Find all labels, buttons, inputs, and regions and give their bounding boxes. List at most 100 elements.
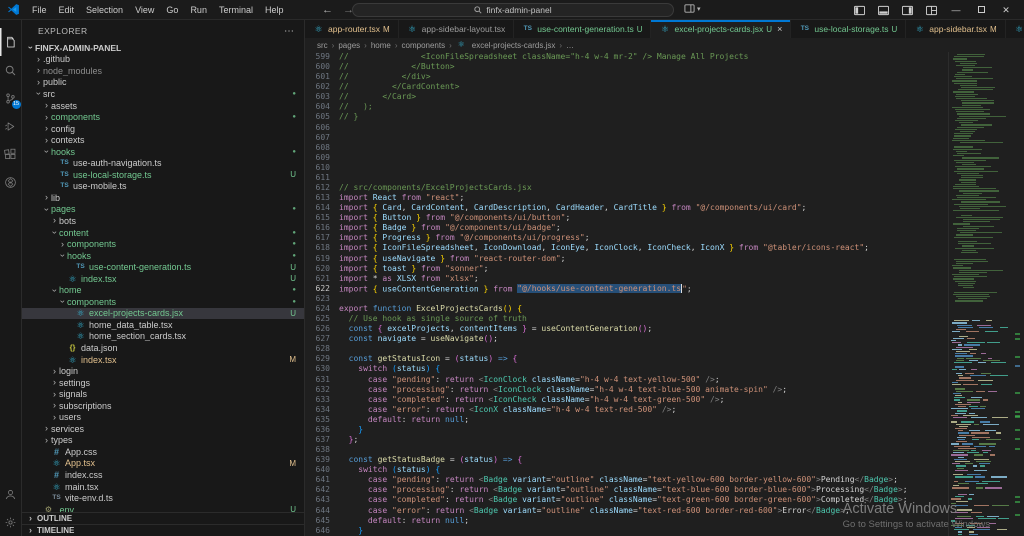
tree-folder--github[interactable]: ›.github xyxy=(22,54,304,66)
tree-folder-components[interactable]: ›components● xyxy=(22,296,304,308)
menu-help[interactable]: Help xyxy=(259,0,290,20)
tree-file-excel-projects-cards-jsx[interactable]: ⚛excel-projects-cards.jsxU xyxy=(22,308,304,320)
tree-folder-bots[interactable]: ›bots xyxy=(22,215,304,227)
tree-folder-login[interactable]: ›login xyxy=(22,365,304,377)
tree-file-use-local-storage-ts[interactable]: TSuse-local-storage.tsU xyxy=(22,169,304,181)
tree-folder-public[interactable]: ›public xyxy=(22,77,304,89)
line-content: // </div> xyxy=(339,72,1024,82)
explorer-more-actions-icon[interactable]: ⋯ xyxy=(284,26,294,37)
tree-folder-components[interactable]: ›components● xyxy=(22,238,304,250)
tree-file-data-json[interactable]: {}data.json xyxy=(22,342,304,354)
customize-layout-icon[interactable] xyxy=(926,5,937,16)
tree-file-home-section-cards-tsx[interactable]: ⚛home_section_cards.tsx xyxy=(22,331,304,343)
code-editor[interactable]: 599// <IconFileSpreadsheet className="h-… xyxy=(305,52,1024,536)
tree-folder-services[interactable]: ›services xyxy=(22,423,304,435)
tab-use-content-generation-ts[interactable]: TSuse-content-generation.tsU xyxy=(514,20,651,38)
breadcrumb-item-excel-projects-cards-jsx[interactable]: ⚛excel-projects-cards.jsx xyxy=(456,40,556,50)
openai-extension-icon[interactable] xyxy=(0,168,22,196)
timeline-section-header[interactable]: › TIMELINE xyxy=(22,524,304,536)
minimap-line xyxy=(949,325,1012,326)
tab-excel-projects-cards-jsx[interactable]: ⚛excel-projects-cards.jsxU× xyxy=(651,20,791,38)
menu-run[interactable]: Run xyxy=(184,0,213,20)
tree-file-use-auth-navigation-ts[interactable]: TSuse-auth-navigation.ts xyxy=(22,157,304,169)
tree-file-vite-env-d-ts[interactable]: TSvite-env.d.ts xyxy=(22,492,304,504)
run-debug-icon[interactable] xyxy=(0,112,22,140)
tab-label: use-local-storage.ts xyxy=(814,24,888,34)
code-token: switch xyxy=(358,465,387,474)
toggle-sidebar-icon[interactable] xyxy=(854,5,865,16)
tree-file-app-css[interactable]: #App.css xyxy=(22,446,304,458)
tree-file-app-tsx[interactable]: ⚛App.tsxM xyxy=(22,458,304,470)
code-token: ; xyxy=(459,193,464,202)
tab-app-router-tsx[interactable]: ⚛app-router.tsxM xyxy=(305,20,399,38)
tree-folder-components[interactable]: ›components● xyxy=(22,111,304,123)
minimize-button[interactable]: — xyxy=(950,5,962,15)
overview-ruler-scrollbar[interactable] xyxy=(1012,52,1024,536)
tree-folder-signals[interactable]: ›signals xyxy=(22,388,304,400)
menu-terminal[interactable]: Terminal xyxy=(213,0,259,20)
breadcrumb-item-components[interactable]: components xyxy=(402,41,446,50)
tree-file--env[interactable]: ⚙.envU xyxy=(22,504,304,512)
breadcrumb-item-home[interactable]: home xyxy=(371,41,391,50)
explorer-icon[interactable] xyxy=(0,28,22,56)
tree-file-index-css[interactable]: #index.css xyxy=(22,469,304,481)
tree-file-use-mobile-ts[interactable]: TSuse-mobile.ts xyxy=(22,181,304,193)
menu-selection[interactable]: Selection xyxy=(80,0,129,20)
tree-file-main-tsx[interactable]: ⚛main.tsx xyxy=(22,481,304,493)
command-center-search[interactable]: finfx-admin-panel xyxy=(352,3,674,17)
tree-folder-assets[interactable]: ›assets xyxy=(22,100,304,112)
tree-file-home-data-table-tsx[interactable]: ⚛home_data_table.tsx xyxy=(22,319,304,331)
search-sidebar-icon[interactable] xyxy=(0,56,22,84)
tree-folder-hooks[interactable]: ›hooks● xyxy=(22,146,304,158)
maximize-button[interactable] xyxy=(975,5,987,15)
toggle-panel-icon[interactable] xyxy=(878,5,889,16)
code-token: ; xyxy=(493,334,498,343)
source-control-icon[interactable]: 15 xyxy=(0,84,22,112)
code-token: switch xyxy=(358,364,387,373)
tree-folder-subscriptions[interactable]: ›subscriptions xyxy=(22,400,304,412)
line-number: 633 xyxy=(305,395,339,405)
close-button[interactable]: ✕ xyxy=(1000,5,1012,16)
tree-folder-config[interactable]: ›config xyxy=(22,123,304,135)
tree-file-use-content-generation-ts[interactable]: TSuse-content-generation.tsU xyxy=(22,261,304,273)
breadcrumb-label: pages xyxy=(338,41,360,50)
back-arrow-icon[interactable]: ← xyxy=(322,4,333,16)
code-token xyxy=(339,415,368,424)
tab-theme-provi[interactable]: ⚛theme-provi xyxy=(1006,20,1024,38)
tree-folder-home[interactable]: ›home● xyxy=(22,284,304,296)
tree-folder-src[interactable]: ›src● xyxy=(22,88,304,100)
tree-folder-contexts[interactable]: ›contexts xyxy=(22,134,304,146)
tree-item-label: App.css xyxy=(65,447,97,457)
menu-edit[interactable]: Edit xyxy=(53,0,81,20)
minimap-line xyxy=(949,395,1012,396)
minimap[interactable] xyxy=(948,52,1012,536)
tree-folder-settings[interactable]: ›settings xyxy=(22,377,304,389)
tree-folder-content[interactable]: ›content● xyxy=(22,227,304,239)
minimap-line xyxy=(949,399,1012,400)
layout-toggle-button[interactable]: ▾ xyxy=(684,3,701,14)
tree-folder-users[interactable]: ›users xyxy=(22,412,304,424)
tree-file-index-tsx[interactable]: ⚛index.tsxM xyxy=(22,354,304,366)
menu-go[interactable]: Go xyxy=(160,0,184,20)
account-icon[interactable] xyxy=(0,480,22,508)
tab-app-sidebar-tsx[interactable]: ⚛app-sidebar.tsxM xyxy=(906,20,1005,38)
settings-gear-icon[interactable] xyxy=(0,508,22,536)
tree-folder-hooks[interactable]: ›hooks● xyxy=(22,250,304,262)
extensions-icon[interactable] xyxy=(0,140,22,168)
tree-folder-lib[interactable]: ›lib xyxy=(22,192,304,204)
breadcrumb-item-src[interactable]: src xyxy=(317,41,328,50)
outline-section-header[interactable]: › OUTLINE xyxy=(22,512,304,524)
tab-use-local-storage-ts[interactable]: TSuse-local-storage.tsU xyxy=(791,20,906,38)
breadcrumb-item-pages[interactable]: pages xyxy=(338,41,360,50)
tab-app-sidebar-layout-tsx[interactable]: ⚛app-sidebar-layout.tsx xyxy=(399,20,515,38)
tree-file-index-tsx[interactable]: ⚛index.tsxU xyxy=(22,273,304,285)
tree-folder-pages[interactable]: ›pages● xyxy=(22,204,304,216)
tree-folder-node-modules[interactable]: ›node_modules xyxy=(22,65,304,77)
menu-file[interactable]: File xyxy=(26,0,53,20)
tree-root-folder[interactable]: › FINFX-ADMIN-PANEL xyxy=(22,42,304,54)
tree-folder-types[interactable]: ›types xyxy=(22,435,304,447)
menu-view[interactable]: View xyxy=(129,0,160,20)
breadcrumb-item--[interactable]: … xyxy=(566,41,574,50)
toggle-secondary-sidebar-icon[interactable] xyxy=(902,5,913,16)
tab-close-icon[interactable]: × xyxy=(777,24,782,34)
